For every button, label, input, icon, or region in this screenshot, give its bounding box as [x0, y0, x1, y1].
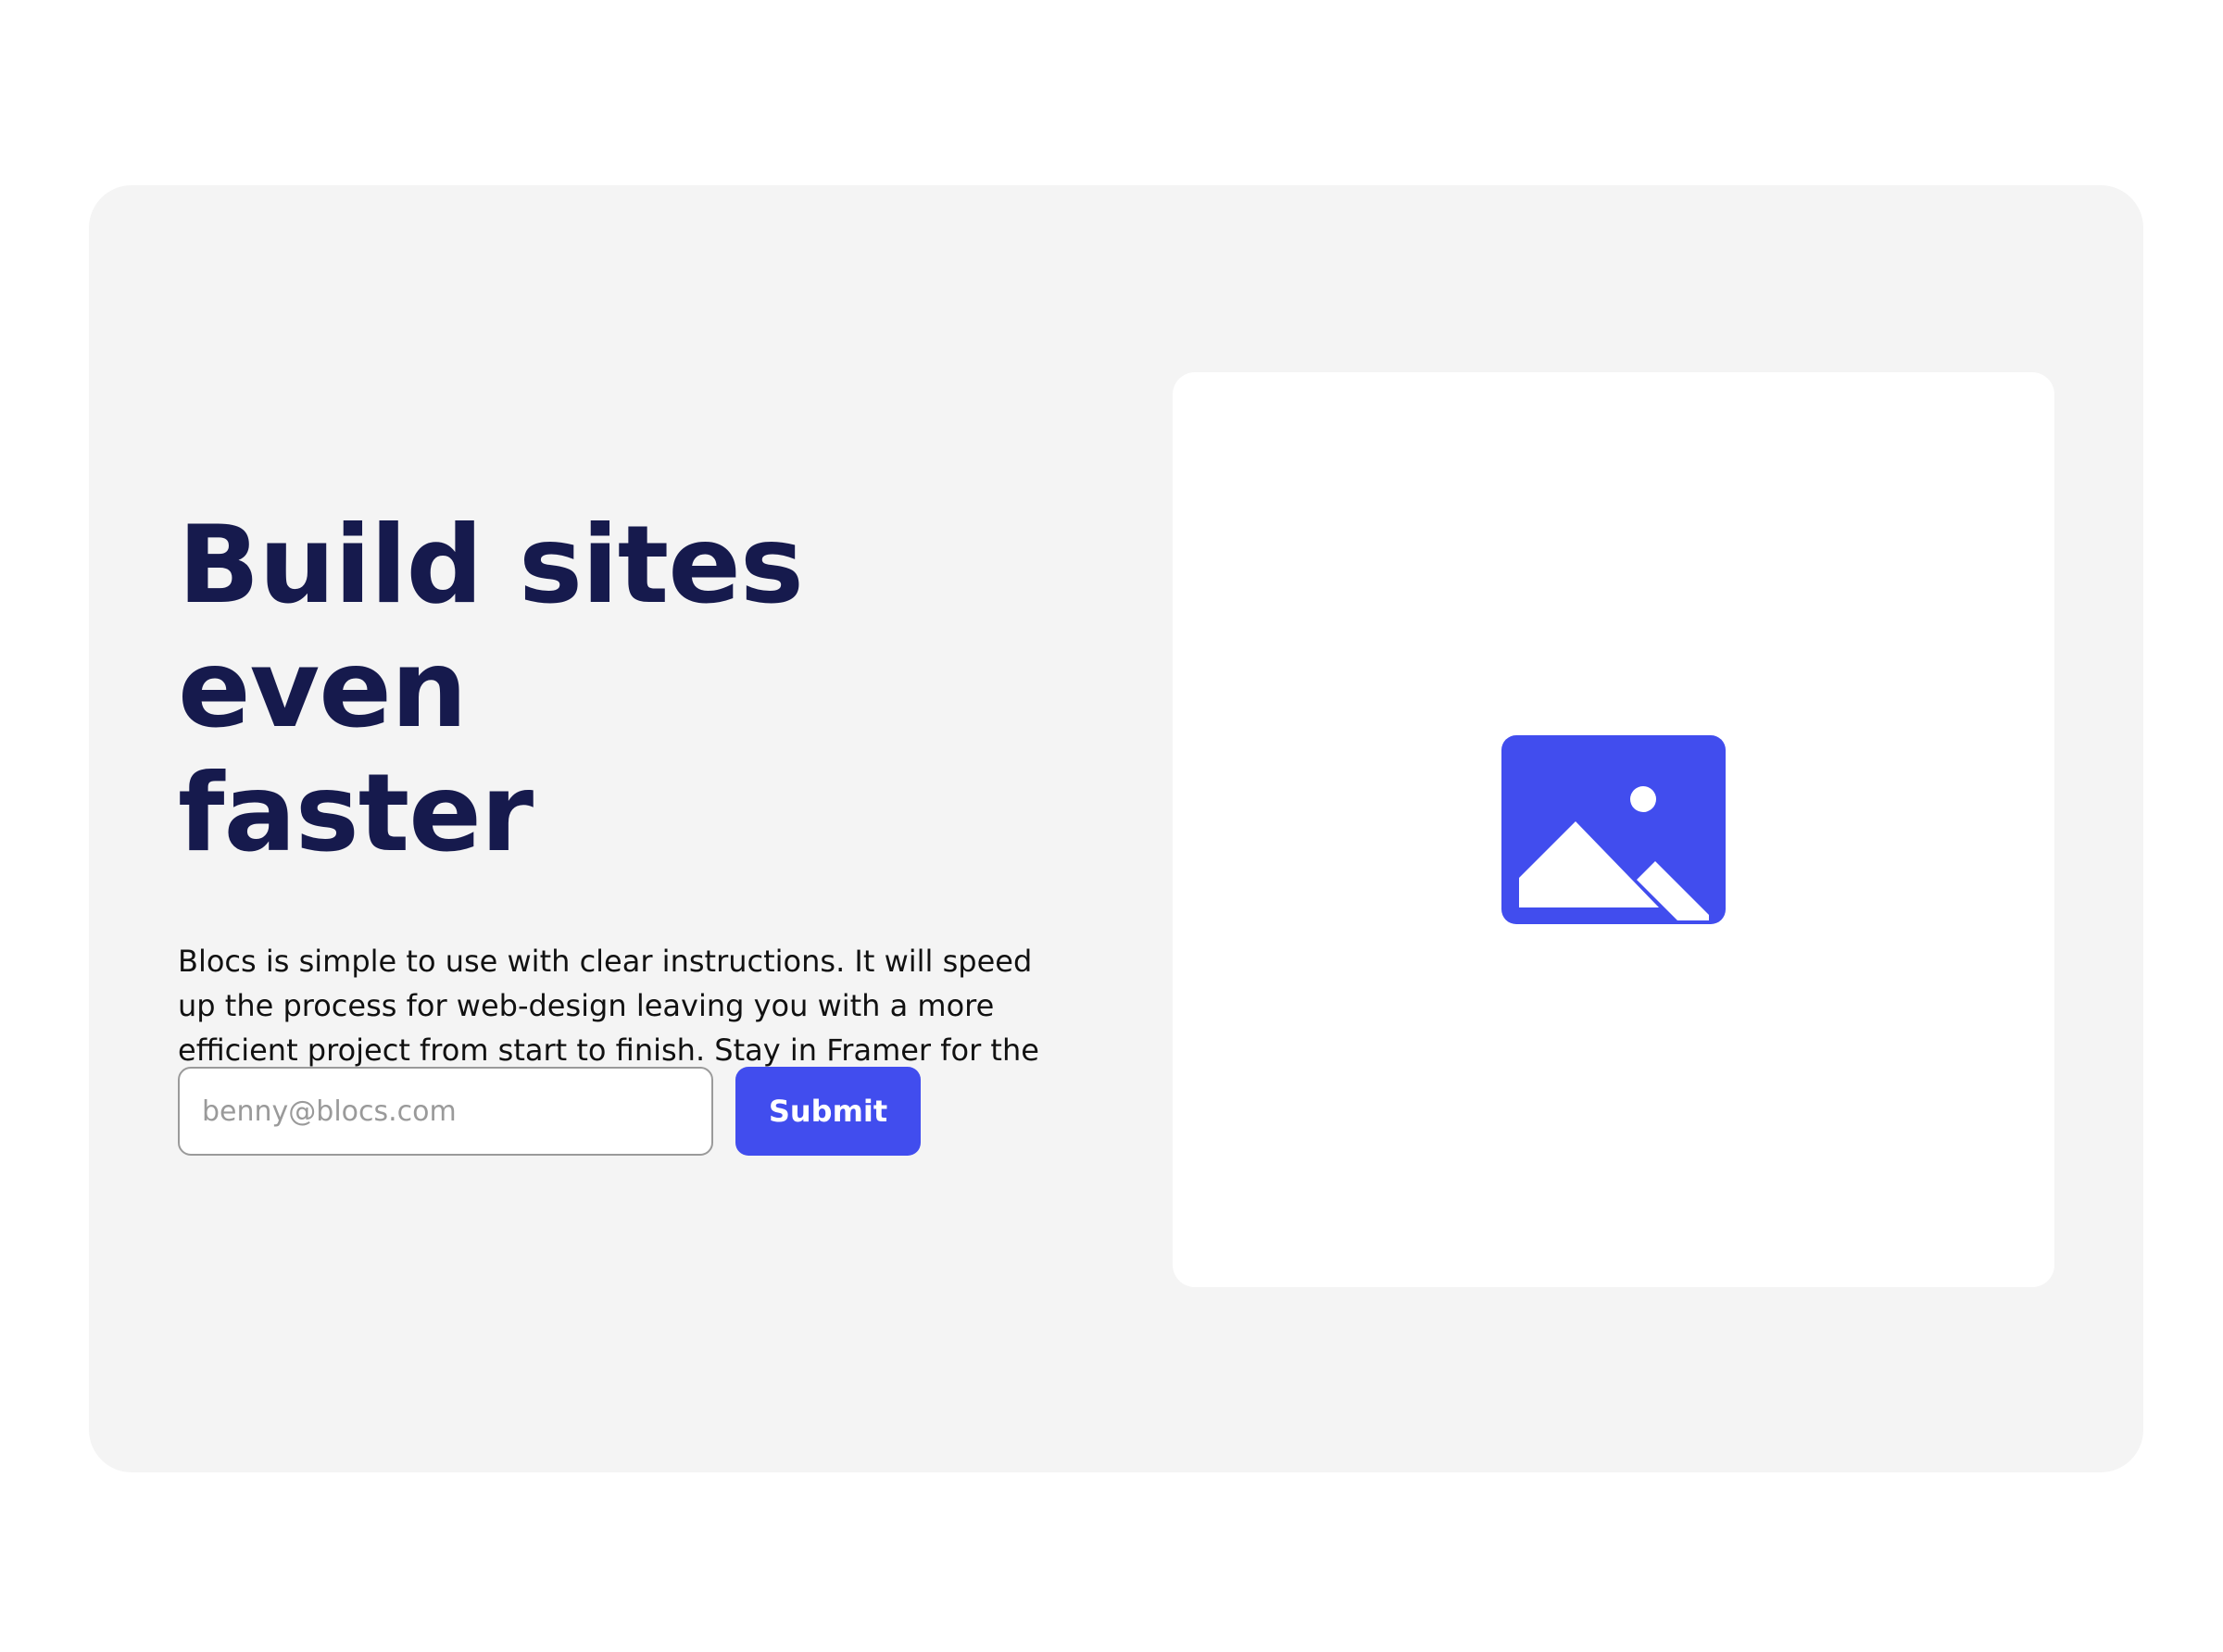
email-input[interactable]	[178, 1067, 713, 1156]
hero-headline: Build sites even faster	[178, 504, 1104, 876]
hero-headline-line1: Build sites even	[178, 503, 804, 752]
hero-card: Build sites even faster Blocs is simple …	[89, 185, 2143, 1472]
submit-button[interactable]: Submit	[735, 1067, 921, 1156]
signup-form: Submit	[178, 1067, 921, 1156]
image-panel	[1173, 372, 2054, 1287]
hero-content: Build sites even faster Blocs is simple …	[178, 504, 1104, 1117]
image-placeholder-icon	[1501, 735, 1726, 924]
hero-headline-line2: faster	[178, 751, 534, 876]
